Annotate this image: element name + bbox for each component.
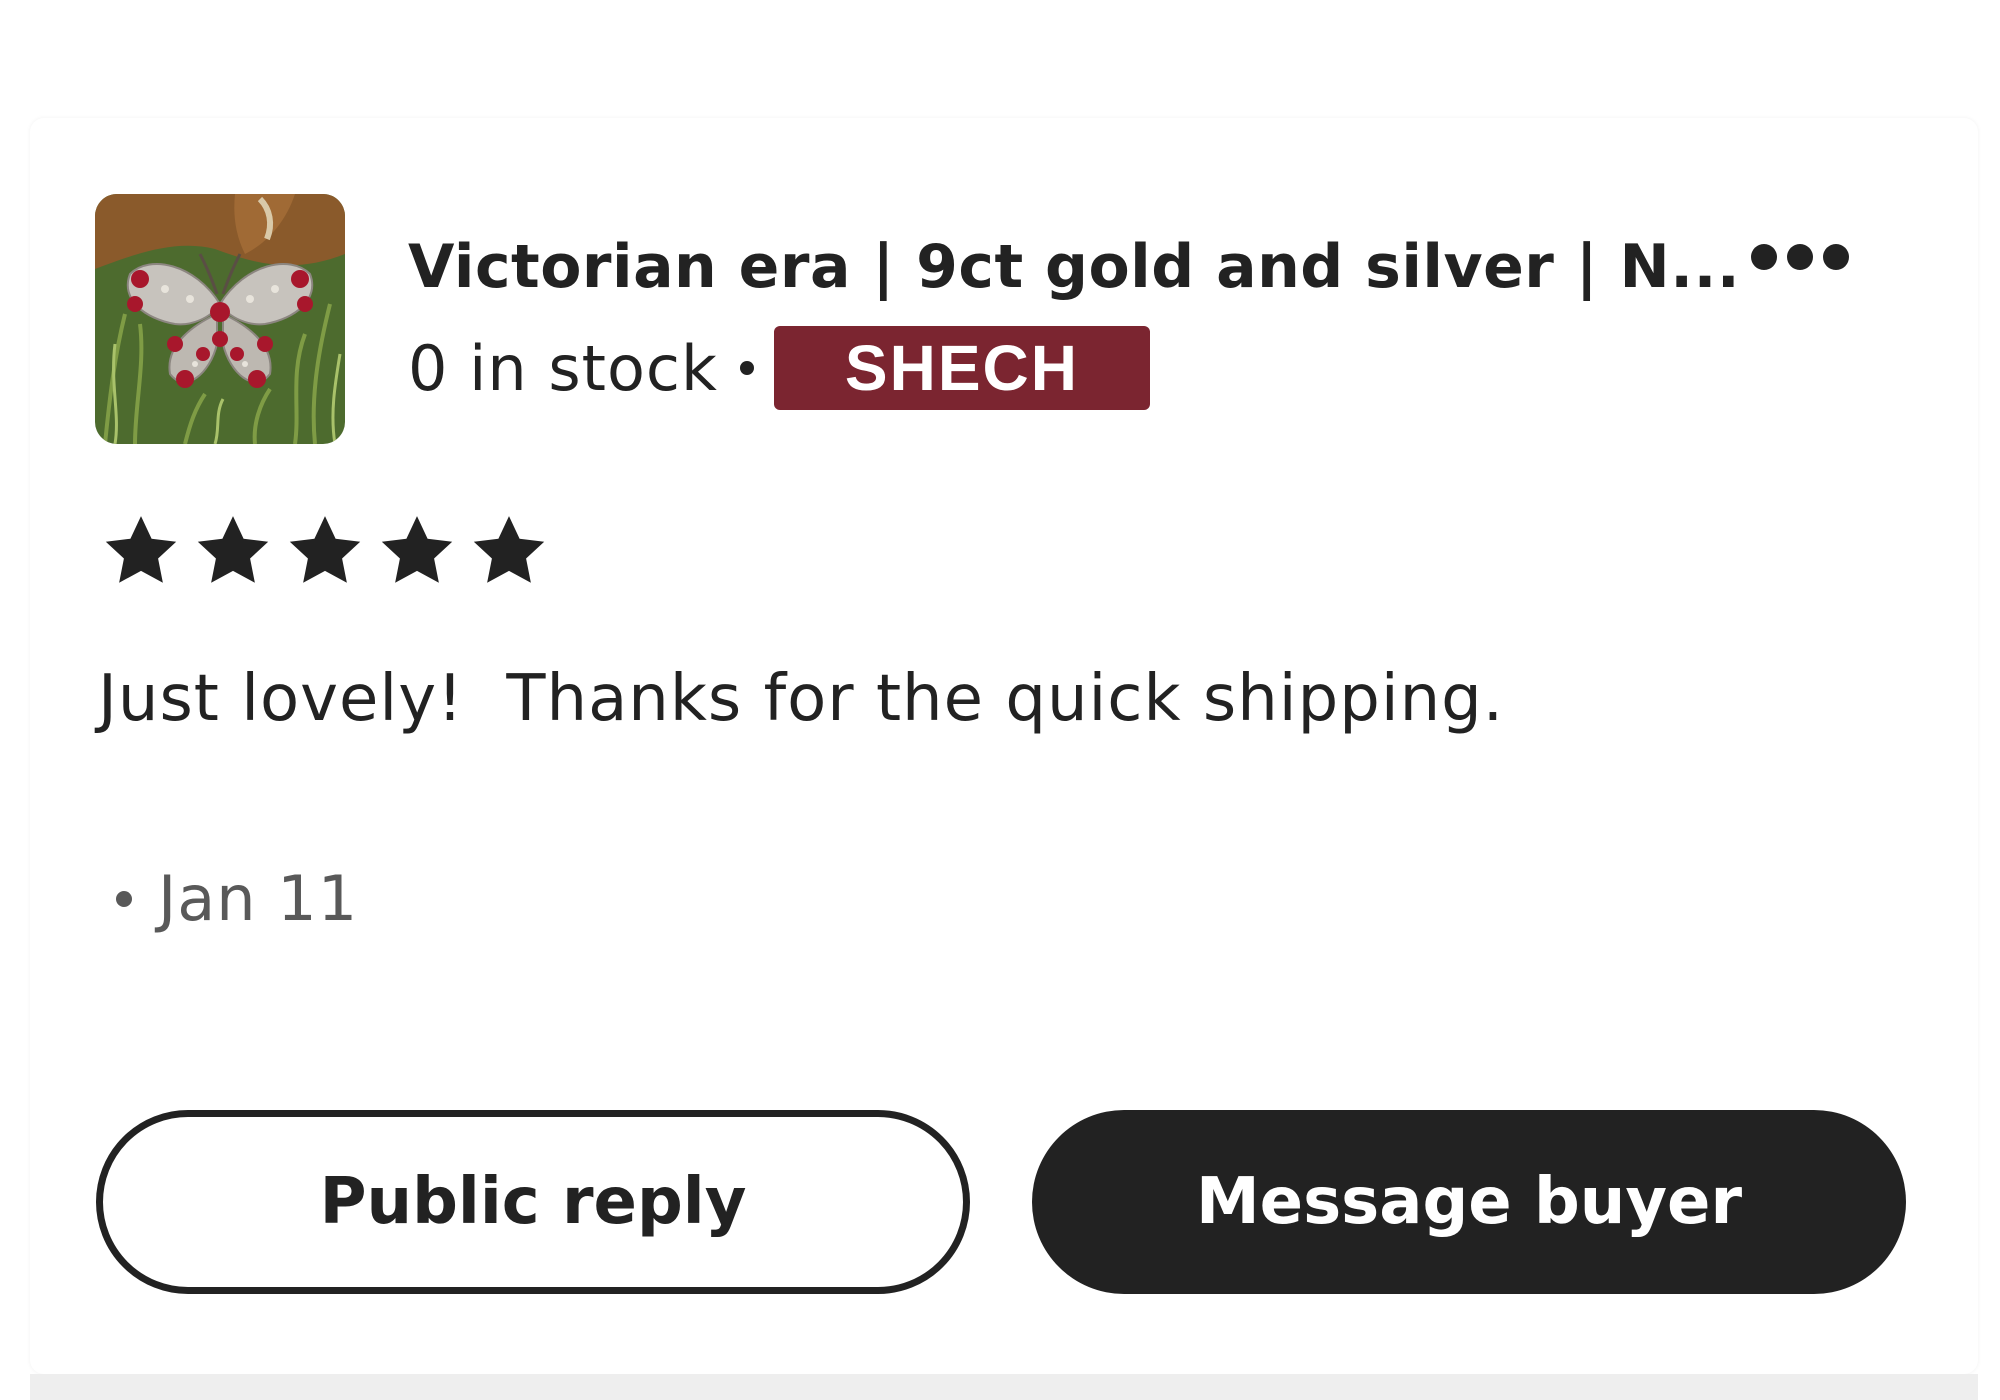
review-page: Victorian era | 9ct gold and silver | N.…: [0, 0, 2000, 1400]
more-horizontal-icon: [1823, 244, 1849, 270]
separator-dot: [116, 890, 132, 907]
butterfly-brooch-image: [95, 194, 345, 444]
star-icon: [468, 510, 550, 592]
review-text: Just lovely! Thanks for the quick shippi…: [98, 662, 1505, 736]
review-date-row: Jan 11: [116, 862, 358, 935]
review-date: Jan 11: [158, 862, 359, 935]
more-horizontal-icon: [1751, 244, 1777, 270]
star-icon: [192, 510, 274, 592]
public-reply-button[interactable]: Public reply: [96, 1110, 970, 1294]
star-icon: [284, 510, 366, 592]
star-rating: [100, 510, 550, 592]
separator-dot: [739, 361, 754, 375]
more-options-button[interactable]: [1740, 232, 1860, 282]
star-icon: [100, 510, 182, 592]
listing-thumbnail[interactable]: [95, 194, 345, 444]
star-icon: [376, 510, 458, 592]
shop-badge: SHECH: [773, 326, 1150, 410]
stock-row: 0 in stock SHECH: [408, 326, 1150, 410]
more-horizontal-icon: [1787, 244, 1813, 270]
listing-title[interactable]: Victorian era | 9ct gold and silver | N.…: [408, 232, 1740, 302]
card-divider: [30, 1374, 1978, 1400]
message-buyer-button[interactable]: Message buyer: [1032, 1110, 1906, 1294]
stock-count: 0 in stock: [408, 331, 718, 405]
